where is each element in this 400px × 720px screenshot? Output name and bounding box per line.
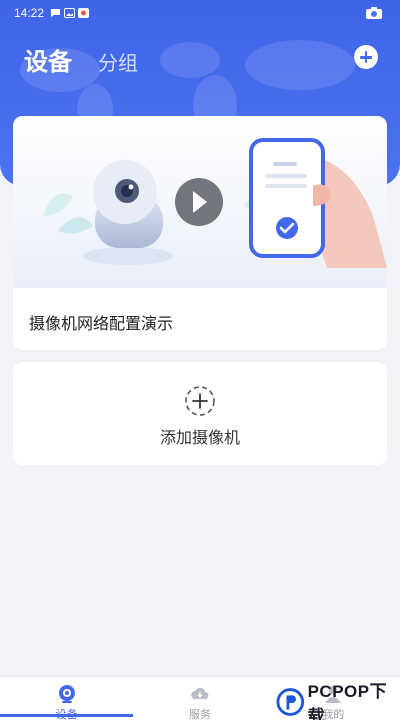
camera-status-icon <box>366 6 382 19</box>
add-device-button[interactable] <box>354 45 378 69</box>
nav-label-devices: 设备 <box>0 706 133 720</box>
watermark-text: PCPOP下载 <box>307 681 388 720</box>
active-tab-indicator <box>0 714 133 717</box>
add-dashed-icon <box>185 386 215 416</box>
add-camera-label: 添加摄像机 <box>159 428 240 447</box>
nav-item-services[interactable]: 服务 <box>133 677 266 720</box>
pcpop-logo-icon <box>276 687 305 716</box>
notification-app-icon <box>78 8 90 18</box>
status-time: 14:22 <box>14 6 45 20</box>
network-config-demo-card[interactable]: 摄像机网络配置演示 <box>13 116 387 350</box>
demo-illustration <box>13 116 387 288</box>
cloud-icon <box>191 687 209 699</box>
tab-devices[interactable]: 设备 <box>24 42 72 77</box>
watermark: PCPOP下载 <box>276 682 400 720</box>
add-camera-card[interactable]: 添加摄像机 <box>13 362 387 465</box>
status-bar: 14:22 <box>0 0 400 26</box>
camera-icon <box>58 685 75 703</box>
top-tabs: 设备 分组 <box>24 42 138 77</box>
message-icon <box>51 9 61 17</box>
demo-card-title: 摄像机网络配置演示 <box>29 314 174 333</box>
tab-groups[interactable]: 分组 <box>98 47 138 76</box>
gallery-icon <box>64 8 76 18</box>
nav-label-services: 服务 <box>188 708 211 720</box>
